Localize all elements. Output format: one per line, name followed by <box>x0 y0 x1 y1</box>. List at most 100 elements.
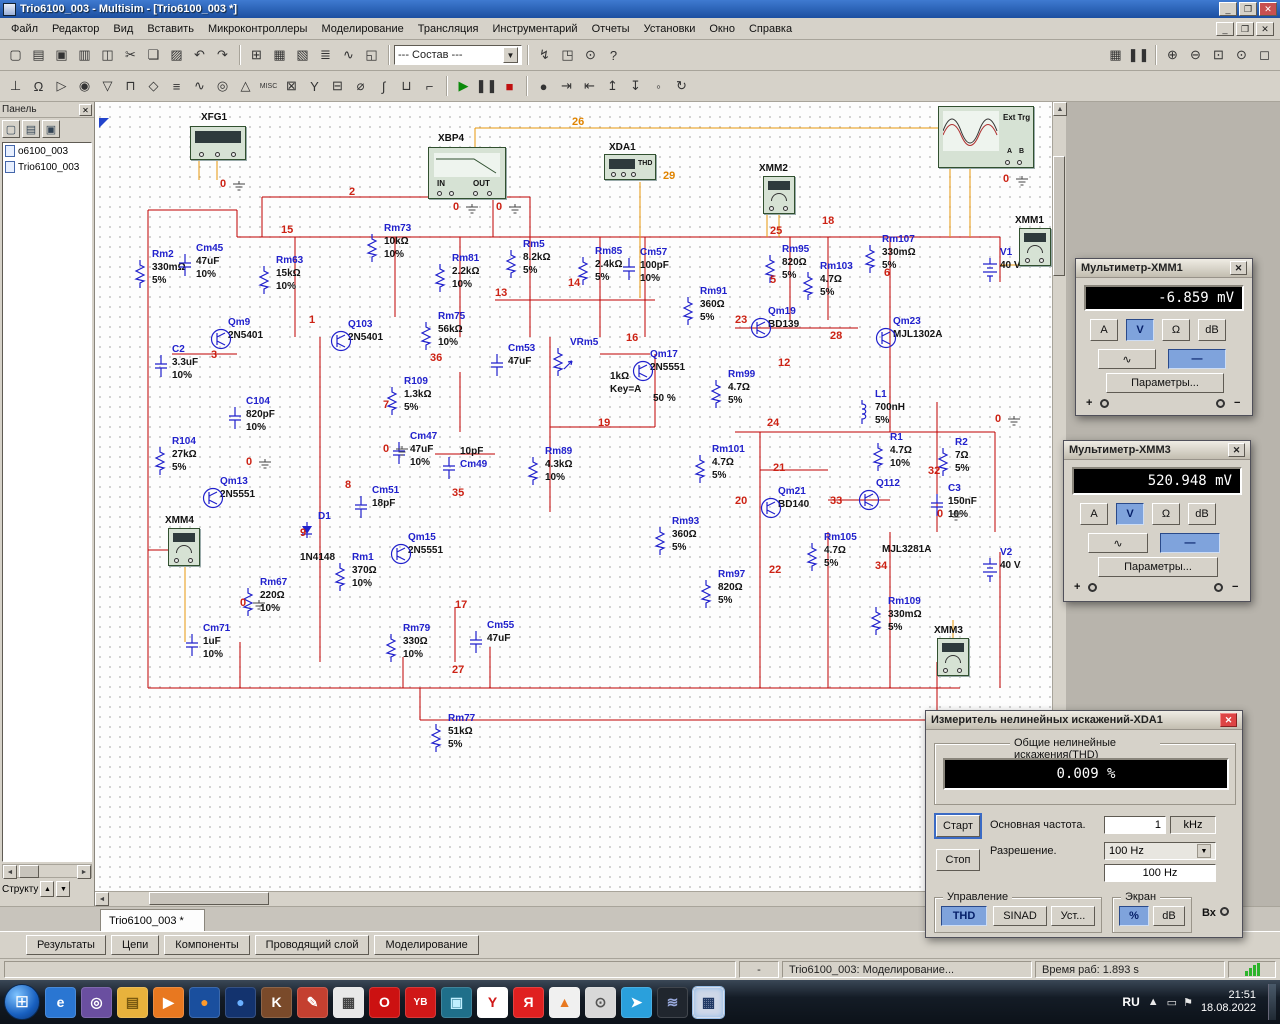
component-rm101[interactable]: Rm101 4.7Ω 5% <box>712 443 745 482</box>
pot-symbol-vrm5[interactable] <box>552 348 574 376</box>
taskbar-icon-search[interactable]: ⊙ <box>585 986 616 1018</box>
component-cm53[interactable]: Cm53 47uF <box>508 342 535 368</box>
component-r109[interactable]: R109 1.3kΩ 5% <box>404 375 431 414</box>
taskbar-icon-console[interactable]: ≋ <box>657 986 688 1018</box>
xmm1-close-icon[interactable]: ✕ <box>1230 261 1247 275</box>
res-symbol-rm79[interactable] <box>385 634 397 662</box>
doc-close-button[interactable]: ✕ <box>1256 21 1274 36</box>
xda1-titlebar[interactable]: Измеритель нелинейных искажений-XDA1 ✕ <box>926 711 1242 730</box>
menu-item-9[interactable]: Установки <box>637 20 703 38</box>
zoom-page-button[interactable]: ◻ <box>1253 43 1276 67</box>
component-rm85[interactable]: Rm85 2.4kΩ 5% <box>595 245 622 284</box>
instrument-xda1-icon[interactable]: THD <box>604 154 656 180</box>
res-symbol-rm105[interactable] <box>806 543 818 571</box>
xda1-thd-button[interactable]: THD <box>941 906 987 926</box>
component-rm109[interactable]: Rm109 330mΩ 5% <box>888 595 922 634</box>
minimize-button[interactable]: _ <box>1219 2 1237 16</box>
instrument-xmm4[interactable] <box>168 528 200 566</box>
pause-at-next-button[interactable]: ● <box>532 74 555 98</box>
component-qm13[interactable]: Qm13 2N5551 <box>220 475 255 501</box>
breakpoint-button[interactable]: ◦ <box>647 74 670 98</box>
pause-button[interactable]: ❚❚ <box>475 74 498 98</box>
component-qm9[interactable]: Qm9 2N5401 <box>228 316 263 342</box>
component-v2[interactable]: V2 40 V <box>1000 546 1021 572</box>
instrument-xsc-scope[interactable]: Ext Trg A B <box>938 106 1034 168</box>
panel-new-button[interactable]: ▢ <box>2 120 20 138</box>
structure-tab-label[interactable]: Структу <box>2 884 38 895</box>
component-rm103[interactable]: Rm103 4.7Ω 5% <box>820 260 853 299</box>
taskbar-icon-ball[interactable]: ● <box>225 986 256 1018</box>
variant-combobox[interactable]: --- Состав --- ▼ <box>394 45 522 65</box>
component-c104[interactable]: C104 820pF 10% <box>246 395 275 434</box>
copy-button[interactable]: ❏ <box>142 43 165 67</box>
scroll-left-icon[interactable]: ◄ <box>3 865 17 879</box>
npn-symbol-qm23[interactable] <box>875 327 897 349</box>
open-button[interactable]: ▤ <box>27 43 50 67</box>
cap-symbol-cm53[interactable] <box>490 354 504 376</box>
show-desktop-button[interactable] <box>1268 984 1276 1020</box>
zoom-fit-button[interactable]: ⊙ <box>1230 43 1253 67</box>
canvas-horizontal-scrollbar[interactable]: ◄ ► <box>95 891 1052 906</box>
stop-button[interactable]: ■ <box>498 74 521 98</box>
taskbar-icon-media[interactable]: ◎ <box>81 986 112 1018</box>
family-connector-button[interactable]: ⌀ <box>349 74 372 98</box>
view-tab-0[interactable]: Результаты <box>26 935 106 955</box>
cap-symbol-cm71[interactable] <box>185 634 199 656</box>
menu-item-4[interactable]: Микроконтроллеры <box>201 20 315 38</box>
cap-symbol-c104[interactable] <box>228 407 242 429</box>
close-button[interactable]: ✕ <box>1259 2 1277 16</box>
menu-item-6[interactable]: Трансляция <box>411 20 486 38</box>
taskbar-icon-calculator[interactable]: ▦ <box>333 986 364 1018</box>
panel-scrollbar[interactable]: ◄ ► <box>2 864 92 879</box>
component-rm73[interactable]: Rm73 10kΩ 10% <box>384 222 411 261</box>
grid-view-button[interactable]: ▦ <box>268 43 291 67</box>
res-symbol-rm5[interactable] <box>505 250 517 278</box>
res-symbol-rm109[interactable] <box>870 607 882 635</box>
taskbar-icon-k[interactable]: K <box>261 986 292 1018</box>
res-symbol-rm103[interactable] <box>802 272 814 300</box>
taskbar-icon-firefox[interactable]: ● <box>189 986 220 1018</box>
component-cm71[interactable]: Cm71 1uF 10% <box>203 622 230 661</box>
family-hierarchy-button[interactable]: ⊔ <box>395 74 418 98</box>
component-rm89[interactable]: Rm89 4.3kΩ 10% <box>545 445 572 484</box>
res-symbol-rm91[interactable] <box>682 297 694 325</box>
res-symbol-rm99[interactable] <box>710 380 722 408</box>
taskbar-icon-vlc[interactable]: ▲ <box>549 986 580 1018</box>
xda1-settings-button[interactable]: Уст... <box>1051 906 1095 926</box>
family-rf-button[interactable]: Y <box>303 74 326 98</box>
doc-restore-button[interactable]: ❐ <box>1236 21 1254 36</box>
language-indicator[interactable]: RU <box>1122 995 1139 1009</box>
taskbar-icon-opera[interactable]: O <box>369 986 400 1018</box>
component-vrm5[interactable]: VRm5 <box>570 336 598 349</box>
chevron-down-icon[interactable]: ▼ <box>1197 844 1211 858</box>
probe-button[interactable]: ↯ <box>533 43 556 67</box>
menu-item-11[interactable]: Справка <box>742 20 799 38</box>
view-tab-2[interactable]: Компоненты <box>164 935 250 955</box>
component-d1[interactable]: D1 <box>318 510 331 523</box>
family-indicator-button[interactable]: ◎ <box>211 74 234 98</box>
xmm1-db-button[interactable]: dB <box>1198 319 1226 341</box>
taskbar-icon-monitor[interactable]: ▣ <box>441 986 472 1018</box>
component-qm15[interactable]: Qm15 2N5551 <box>408 531 443 557</box>
run-button[interactable]: ▶ <box>452 74 475 98</box>
remove-breakpoint-button[interactable]: ↻ <box>670 74 693 98</box>
clock[interactable]: 21:51 18.08.2022 <box>1201 989 1260 1015</box>
xmm1-dc-button[interactable]: — <box>1168 349 1226 369</box>
family-basic-button[interactable]: Ω <box>27 74 50 98</box>
family-mixed-button[interactable]: ∿ <box>188 74 211 98</box>
npn-symbol-q103[interactable] <box>330 330 352 352</box>
xmm3-dc-button[interactable]: — <box>1160 533 1220 553</box>
doc-minimize-button[interactable]: _ <box>1216 21 1234 36</box>
step-out-button[interactable]: ↥ <box>601 74 624 98</box>
component-rm77[interactable]: Rm77 51kΩ 5% <box>448 712 475 751</box>
print-preview-button[interactable]: ◫ <box>96 43 119 67</box>
xmm3-ampere-button[interactable]: A <box>1080 503 1108 525</box>
print-button[interactable]: ▥ <box>73 43 96 67</box>
res-symbol-rm81[interactable] <box>434 264 446 292</box>
component-rm99[interactable]: Rm99 4.7Ω 5% <box>728 368 755 407</box>
npn-symbol-qm13[interactable] <box>202 487 224 509</box>
component-r2[interactable]: R2 7Ω 5% <box>955 436 969 475</box>
menu-item-2[interactable]: Вид <box>106 20 140 38</box>
res-symbol-rm89[interactable] <box>527 457 539 485</box>
view-tab-1[interactable]: Цепи <box>110 935 160 955</box>
